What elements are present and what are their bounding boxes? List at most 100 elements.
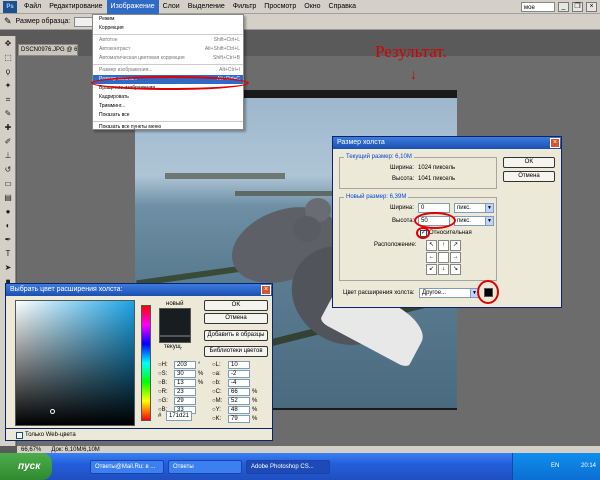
- close-icon[interactable]: ×: [550, 138, 560, 148]
- workspace-select[interactable]: мое: [521, 1, 555, 12]
- canvas-cancel-button[interactable]: Отмена: [503, 171, 555, 182]
- language-indicator[interactable]: EN: [551, 463, 559, 469]
- web-only-checkbox[interactable]: [16, 432, 23, 439]
- menu-item[interactable]: Показать все пункты меню: [93, 123, 243, 132]
- color-libraries-button[interactable]: Библиотеки цветов: [204, 346, 268, 357]
- new-size-group: Новый размер: 6,39M Ширина: 0 пикс. ▼ Выс…: [339, 194, 497, 281]
- gradient-tool-icon[interactable]: ▤: [2, 192, 14, 204]
- menu-item[interactable]: Показать все: [93, 111, 243, 120]
- restore-icon[interactable]: ❐: [572, 1, 583, 12]
- blur-tool-icon[interactable]: ●: [2, 206, 14, 218]
- crop-tool-icon[interactable]: ⌗: [2, 94, 14, 106]
- hex-input[interactable]: 171d21: [166, 411, 192, 421]
- color-field-unit: %: [252, 398, 258, 404]
- dodge-tool-icon[interactable]: ◐: [2, 220, 14, 232]
- height-unit-label: пикс.: [457, 218, 471, 224]
- clock: 20:14: [580, 463, 596, 469]
- menu-help[interactable]: Справка: [325, 0, 360, 14]
- anchor-cell[interactable]: →: [450, 252, 461, 263]
- canvas-ok-button[interactable]: OK: [503, 157, 555, 168]
- menu-view[interactable]: Просмотр: [260, 0, 300, 14]
- close-icon[interactable]: ×: [586, 1, 597, 12]
- picker-cancel-button[interactable]: Отмена: [204, 313, 268, 324]
- system-tray: EN 20:14: [512, 453, 600, 480]
- type-tool-icon[interactable]: T: [2, 248, 14, 260]
- color-field-label: ○B:: [158, 380, 168, 386]
- current-width-value: 1024 пиксель: [418, 165, 456, 171]
- move-tool-icon[interactable]: ✥: [2, 38, 14, 50]
- healing-tool-icon[interactable]: ✚: [2, 122, 14, 134]
- color-field-input[interactable]: 66: [228, 388, 250, 396]
- color-field-input[interactable]: 23: [174, 388, 196, 396]
- hue-slider[interactable]: [141, 305, 151, 421]
- eraser-tool-icon[interactable]: ▭: [2, 178, 14, 190]
- menu-separator: [93, 64, 243, 65]
- color-field-input[interactable]: 203: [174, 361, 196, 369]
- picker-ok-button[interactable]: OK: [204, 300, 268, 311]
- eyedropper-icon[interactable]: ✎: [4, 16, 12, 27]
- result-annotation: Результат.: [375, 42, 447, 61]
- start-button[interactable]: пуск: [0, 453, 52, 480]
- task-answers[interactable]: Ответы: [168, 460, 242, 474]
- color-field-input[interactable]: -4: [228, 379, 250, 387]
- menu-item[interactable]: Режим: [93, 15, 243, 24]
- document-tab[interactable]: DSCN0976.JPG @ 66,7%: [18, 44, 78, 56]
- menu-item[interactable]: Автоконтраст Alt+Shift+Ctrl+L: [93, 45, 243, 54]
- color-field-input[interactable]: 13: [174, 379, 196, 387]
- current-height-value: 1041 пиксель: [418, 176, 456, 182]
- eyedropper-tool-icon[interactable]: ✎: [2, 108, 14, 120]
- anchor-cell[interactable]: ↙: [426, 264, 437, 275]
- menu-item[interactable]: Автотон Shift+Ctrl+L: [93, 36, 243, 45]
- task-photoshop[interactable]: Adobe Photoshop CS...: [246, 460, 330, 474]
- lasso-tool-icon[interactable]: ϙ: [2, 66, 14, 78]
- history-brush-tool-icon[interactable]: ↺: [2, 164, 14, 176]
- ext-color-label: Цвет расширения холста:: [343, 290, 415, 296]
- menu-item-shortcut: Alt+Ctrl+I: [219, 67, 240, 73]
- color-field-input[interactable]: 30: [174, 370, 196, 378]
- menu-window[interactable]: Окно: [300, 0, 324, 14]
- anchor-cell[interactable]: ↖: [426, 240, 437, 251]
- anchor-cell[interactable]: ↘: [450, 264, 461, 275]
- color-field-input[interactable]: 79: [228, 415, 250, 423]
- color-field-input[interactable]: 52: [228, 397, 250, 405]
- menu-select[interactable]: Выделение: [184, 0, 229, 14]
- width-unit-select[interactable]: пикс. ▼: [454, 203, 494, 213]
- menu-layers[interactable]: Слои: [159, 0, 184, 14]
- pen-tool-icon[interactable]: ✒: [2, 234, 14, 246]
- close-icon[interactable]: ×: [261, 285, 271, 295]
- menu-item[interactable]: Автоматическая цветовая коррекция Shift+C…: [93, 54, 243, 63]
- color-field[interactable]: [15, 300, 135, 426]
- anchor-cell[interactable]: ↓: [438, 264, 449, 275]
- menu-item[interactable]: Размер изображения... Alt+Ctrl+I: [93, 66, 243, 75]
- stamp-tool-icon[interactable]: ⊥: [2, 150, 14, 162]
- magic-wand-tool-icon[interactable]: ✦: [2, 80, 14, 92]
- menu-edit[interactable]: Редактирование: [45, 0, 106, 14]
- menu-filter[interactable]: Фильтр: [229, 0, 261, 14]
- menu-item[interactable]: Коррекция: [93, 24, 243, 33]
- menu-item-label: Автоконтраст: [99, 46, 131, 52]
- anchor-cell[interactable]: ↗: [450, 240, 461, 251]
- path-select-tool-icon[interactable]: ➤: [2, 262, 14, 274]
- color-field-input[interactable]: 10: [228, 361, 250, 369]
- menu-item[interactable]: Кадрировать: [93, 93, 243, 102]
- new-size-legend: Новый размер: 6,39M: [344, 194, 409, 200]
- task-mail[interactable]: Ответы@Mail.Ru: в ...: [90, 460, 164, 474]
- anchor-cell[interactable]: ←: [426, 252, 437, 263]
- height-unit-select[interactable]: пикс. ▼: [454, 216, 494, 226]
- menu-item[interactable]: Тримминг...: [93, 102, 243, 111]
- sample-size-label: Размер образца:: [15, 18, 71, 25]
- color-field-input[interactable]: 48: [228, 406, 250, 414]
- add-to-swatches-button[interactable]: Добавить в образцы: [204, 330, 268, 341]
- marquee-tool-icon[interactable]: ⬚: [2, 52, 14, 64]
- menu-bar: Ps Файл Редактирование Изображение Слои …: [0, 0, 600, 14]
- color-field-input[interactable]: 29: [174, 397, 196, 405]
- ext-color-select[interactable]: Другое... ▼: [419, 288, 479, 298]
- menu-file[interactable]: Файл: [20, 0, 45, 14]
- minimize-icon[interactable]: _: [558, 1, 569, 12]
- brush-tool-icon[interactable]: ✐: [2, 136, 14, 148]
- anchor-cell[interactable]: [438, 252, 449, 263]
- anchor-cell[interactable]: ↑: [438, 240, 449, 251]
- menu-image[interactable]: Изображение: [106, 0, 159, 14]
- menu-item-label: Автоматическая цветовая коррекция: [99, 55, 185, 61]
- color-field-input[interactable]: -2: [228, 370, 250, 378]
